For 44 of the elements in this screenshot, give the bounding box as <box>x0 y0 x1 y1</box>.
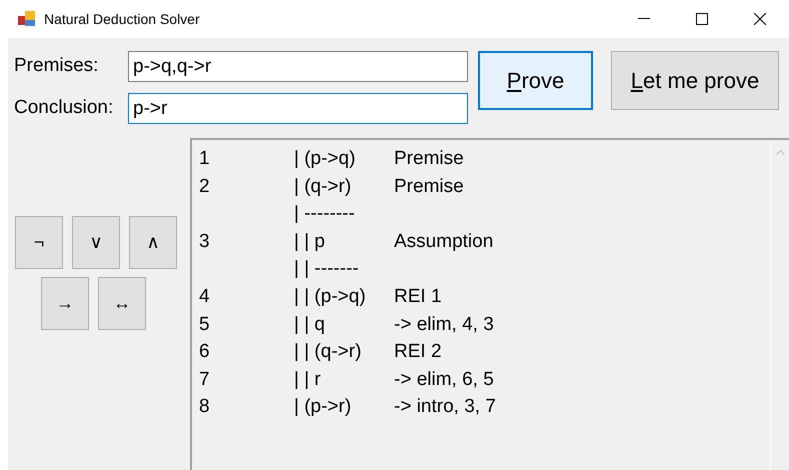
minimize-icon <box>638 18 650 20</box>
proof-rule: REI 2 <box>394 340 442 364</box>
close-icon <box>754 13 766 25</box>
operator-button[interactable]: ∧ <box>129 216 177 269</box>
line-number: 8 <box>198 395 211 420</box>
proof-rule: -> intro, 3, 7 <box>394 395 496 420</box>
line-number: 3 <box>198 230 211 254</box>
operator-button[interactable]: → <box>41 277 89 330</box>
operator-button[interactable]: ¬ <box>15 216 63 269</box>
proof-rule: Premise <box>394 174 464 199</box>
subproof-separator: | | ------- <box>294 257 360 282</box>
proof-formula: | | q <box>294 312 326 337</box>
proof-rule: Assumption <box>394 230 494 254</box>
text-field[interactable]: p->q,q->r <box>128 51 468 82</box>
proof-listing[interactable]: 1 | (p->q) Premise 2 | (q->r) Premise | -------- 3 | | p Assumption | | ------- 4 | | (p->q) REI 1 5 | | q -> elim, 4, 3 6 | | (q->r) REI 2 7 | | r -> elim, 6, 5 8 | (p->r) -> intro, 3, 7 <box>190 138 789 470</box>
field-label: Premises: <box>14 54 100 78</box>
proof-rule: REI 1 <box>394 284 442 309</box>
prove-button[interactable]: Prove <box>478 51 593 110</box>
operator-button[interactable]: ↔ <box>98 277 146 330</box>
line-number: 6 <box>198 340 211 364</box>
line-number: 1 <box>198 147 211 171</box>
proof-formula: | | r <box>294 368 322 392</box>
proof-formula: | | (q->r) <box>294 340 362 364</box>
line-number: 4 <box>198 284 211 309</box>
proof-rule: -> elim, 6, 5 <box>394 368 494 392</box>
proof-formula: | (p->r) <box>294 395 352 420</box>
proof-rule: Premise <box>394 147 464 171</box>
line-number: 7 <box>198 368 211 392</box>
proof-rule: -> elim, 4, 3 <box>394 312 494 337</box>
operator-button[interactable]: ∨ <box>72 216 120 269</box>
proof-formula: | | (p->q) <box>294 284 367 309</box>
proof-formula: | (p->q) <box>294 147 356 171</box>
text-field[interactable]: p->r <box>128 93 468 124</box>
subproof-separator: | -------- <box>294 202 356 226</box>
window-title: Natural Deduction Solver <box>44 10 200 28</box>
scroll-up-icon <box>776 149 785 155</box>
line-number: 2 <box>198 174 211 199</box>
field-label: Conclusion: <box>14 96 114 120</box>
let-me-prove-button[interactable]: Let me prove <box>611 51 779 110</box>
line-number: 5 <box>198 312 211 337</box>
app-icon <box>18 11 36 27</box>
proof-formula: | | p <box>294 230 326 254</box>
maximize-icon <box>696 13 708 25</box>
proof-formula: | (q->r) <box>294 174 352 199</box>
